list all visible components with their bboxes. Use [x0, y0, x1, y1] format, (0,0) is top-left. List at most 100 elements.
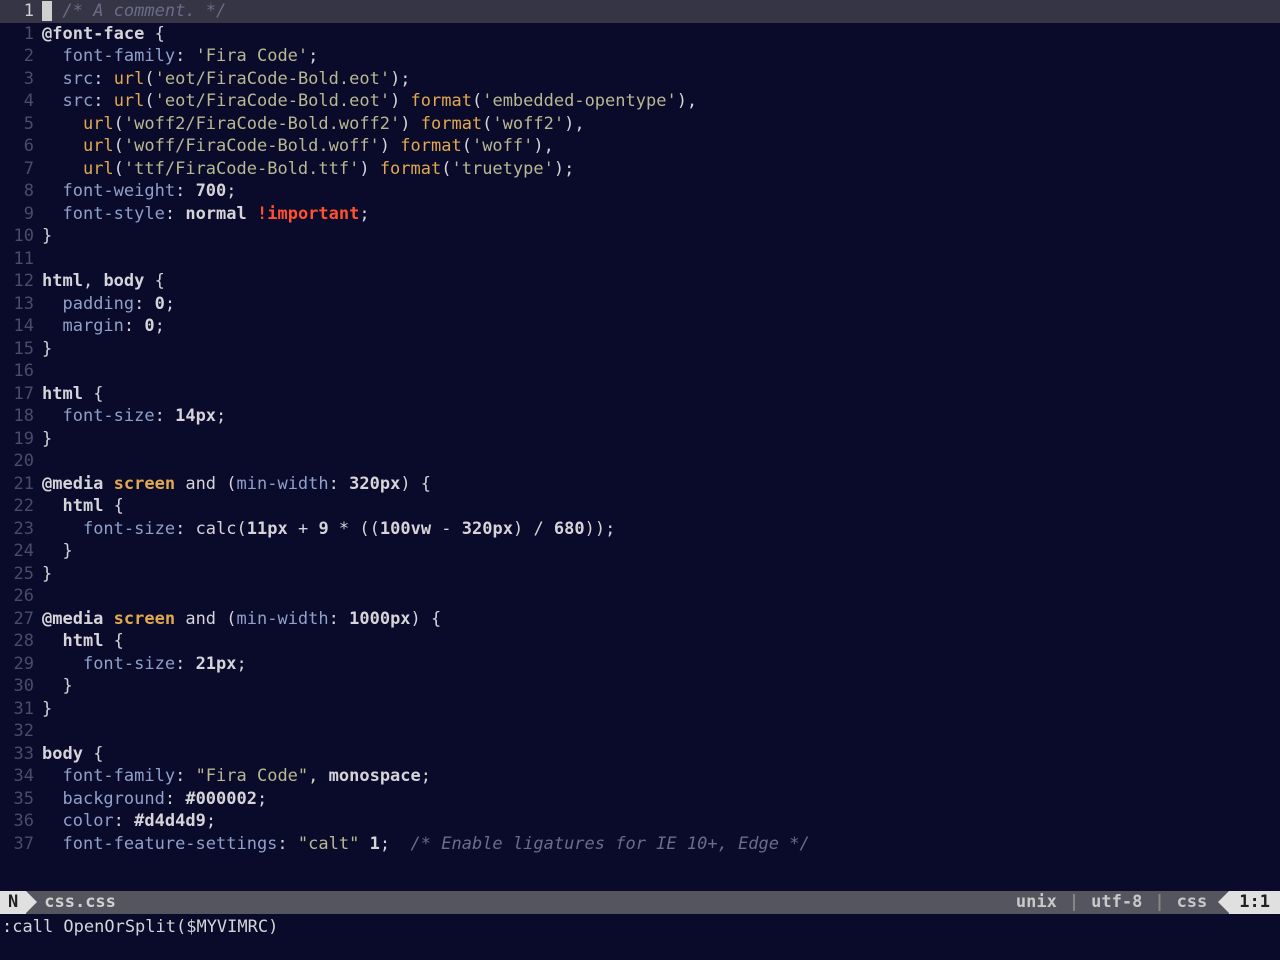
- code-line[interactable]: 16: [0, 360, 1280, 383]
- code-line[interactable]: 33body {: [0, 743, 1280, 766]
- code-line[interactable]: 20: [0, 450, 1280, 473]
- code-line[interactable]: 35 background: #000002;: [0, 788, 1280, 811]
- line-number: 19: [0, 428, 42, 451]
- status-spacer: [124, 891, 1006, 914]
- code-content: [42, 450, 1280, 473]
- code-content: url('ttf/FiraCode-Bold.ttf') format('tru…: [42, 158, 1280, 181]
- filename: css.css: [26, 891, 124, 914]
- code-content: font-size: 21px;: [42, 653, 1280, 676]
- line-number: 27: [0, 608, 42, 631]
- line-number: 28: [0, 630, 42, 653]
- code-line[interactable]: 29 font-size: 21px;: [0, 653, 1280, 676]
- line-number: 31: [0, 698, 42, 721]
- line-number: 23: [0, 518, 42, 541]
- code-content: @media screen and (min-width: 1000px) {: [42, 608, 1280, 631]
- code-line[interactable]: 5 url('woff2/FiraCode-Bold.woff2') forma…: [0, 113, 1280, 136]
- code-line[interactable]: 27@media screen and (min-width: 1000px) …: [0, 608, 1280, 631]
- code-line[interactable]: 32: [0, 720, 1280, 743]
- command-line[interactable]: :call OpenOrSplit($MYVIMRC): [0, 914, 1280, 960]
- cursor: [42, 1, 52, 21]
- code-line[interactable]: 34 font-family: "Fira Code", monospace;: [0, 765, 1280, 788]
- filetype: css: [1167, 891, 1218, 914]
- code-line[interactable]: 30 }: [0, 675, 1280, 698]
- code-content: src: url('eot/FiraCode-Bold.eot') format…: [42, 90, 1280, 113]
- code-content: }: [42, 338, 1280, 361]
- code-line[interactable]: 21@media screen and (min-width: 320px) {: [0, 473, 1280, 496]
- code-content: }: [42, 675, 1280, 698]
- line-number: 22: [0, 495, 42, 518]
- line-number: 24: [0, 540, 42, 563]
- code-content: font-feature-settings: "calt" 1; /* Enab…: [42, 833, 1280, 856]
- line-number: 15: [0, 338, 42, 361]
- code-content: background: #000002;: [42, 788, 1280, 811]
- code-content: }: [42, 428, 1280, 451]
- encoding: utf-8: [1081, 891, 1152, 914]
- code-content: /* A comment. */: [42, 0, 1280, 23]
- line-number: 36: [0, 810, 42, 833]
- code-content: font-style: normal !important;: [42, 203, 1280, 226]
- code-content: url('woff2/FiraCode-Bold.woff2') format(…: [42, 113, 1280, 136]
- code-line[interactable]: 17html {: [0, 383, 1280, 406]
- code-line[interactable]: 3 src: url('eot/FiraCode-Bold.eot');: [0, 68, 1280, 91]
- code-line[interactable]: 37 font-feature-settings: "calt" 1; /* E…: [0, 833, 1280, 856]
- code-content: @font-face {: [42, 23, 1280, 46]
- line-number: 21: [0, 473, 42, 496]
- code-line[interactable]: 7 url('ttf/FiraCode-Bold.ttf') format('t…: [0, 158, 1280, 181]
- code-line[interactable]: 13 padding: 0;: [0, 293, 1280, 316]
- code-buffer[interactable]: 1 /* A comment. */1@font-face {2 font-fa…: [0, 0, 1280, 891]
- code-line[interactable]: 28 html {: [0, 630, 1280, 653]
- fileformat: unix: [1006, 891, 1067, 914]
- code-content: font-weight: 700;: [42, 180, 1280, 203]
- code-line[interactable]: 25}: [0, 563, 1280, 586]
- code-line[interactable]: 18 font-size: 14px;: [0, 405, 1280, 428]
- code-line[interactable]: 19}: [0, 428, 1280, 451]
- code-line[interactable]: 12html, body {: [0, 270, 1280, 293]
- code-content: url('woff/FiraCode-Bold.woff') format('w…: [42, 135, 1280, 158]
- code-content: html, body {: [42, 270, 1280, 293]
- code-line[interactable]: 36 color: #d4d4d9;: [0, 810, 1280, 833]
- code-line[interactable]: 31}: [0, 698, 1280, 721]
- code-line[interactable]: 10}: [0, 225, 1280, 248]
- code-content: [42, 585, 1280, 608]
- code-content: [42, 360, 1280, 383]
- code-line[interactable]: 1@font-face {: [0, 23, 1280, 46]
- code-content: [42, 720, 1280, 743]
- status-line: N css.css unix | utf-8 | css 1:1: [0, 891, 1280, 914]
- cursor-position: 1:1: [1229, 891, 1280, 914]
- code-content: src: url('eot/FiraCode-Bold.eot');: [42, 68, 1280, 91]
- line-number: 20: [0, 450, 42, 473]
- code-line[interactable]: 6 url('woff/FiraCode-Bold.woff') format(…: [0, 135, 1280, 158]
- code-line[interactable]: 22 html {: [0, 495, 1280, 518]
- code-content: margin: 0;: [42, 315, 1280, 338]
- line-number: 3: [0, 68, 42, 91]
- code-line[interactable]: 11: [0, 248, 1280, 271]
- line-number: 1: [0, 0, 42, 23]
- code-content: color: #d4d4d9;: [42, 810, 1280, 833]
- code-line[interactable]: 8 font-weight: 700;: [0, 180, 1280, 203]
- line-number: 30: [0, 675, 42, 698]
- code-line[interactable]: 2 font-family: 'Fira Code';: [0, 45, 1280, 68]
- code-line[interactable]: 26: [0, 585, 1280, 608]
- line-number: 6: [0, 135, 42, 158]
- line-number: 33: [0, 743, 42, 766]
- code-line[interactable]: 23 font-size: calc(11px + 9 * ((100vw - …: [0, 518, 1280, 541]
- line-number: 12: [0, 270, 42, 293]
- code-content: padding: 0;: [42, 293, 1280, 316]
- code-content: body {: [42, 743, 1280, 766]
- code-line[interactable]: 14 margin: 0;: [0, 315, 1280, 338]
- status-sep: |: [1067, 891, 1081, 914]
- line-number: 37: [0, 833, 42, 856]
- code-content: font-size: 14px;: [42, 405, 1280, 428]
- line-number: 8: [0, 180, 42, 203]
- code-content: html {: [42, 495, 1280, 518]
- code-line[interactable]: 15}: [0, 338, 1280, 361]
- code-line[interactable]: 9 font-style: normal !important;: [0, 203, 1280, 226]
- code-content: font-family: 'Fira Code';: [42, 45, 1280, 68]
- code-line[interactable]: 1 /* A comment. */: [0, 0, 1280, 23]
- code-content: }: [42, 225, 1280, 248]
- code-content: font-family: "Fira Code", monospace;: [42, 765, 1280, 788]
- code-content: }: [42, 540, 1280, 563]
- code-line[interactable]: 4 src: url('eot/FiraCode-Bold.eot') form…: [0, 90, 1280, 113]
- line-number: 1: [0, 23, 42, 46]
- code-line[interactable]: 24 }: [0, 540, 1280, 563]
